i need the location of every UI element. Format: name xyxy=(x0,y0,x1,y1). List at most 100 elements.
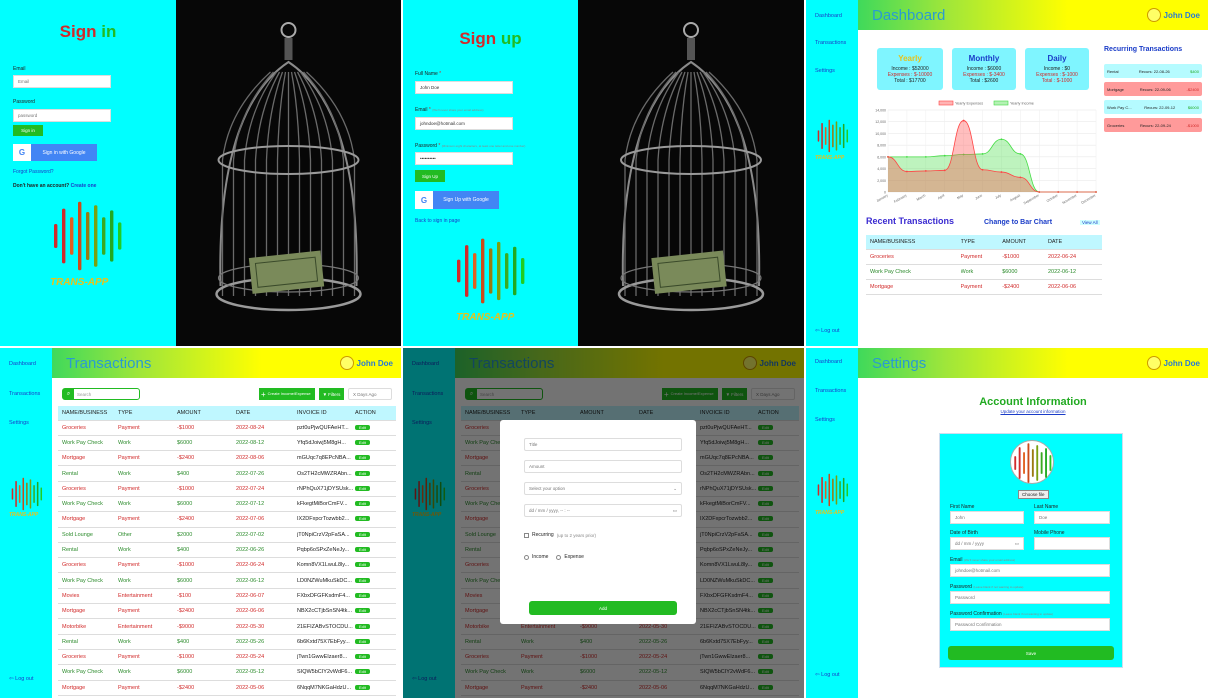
table-row[interactable]: MoviesEntertainment-$1002022-06-07FXbxDF… xyxy=(58,588,396,605)
table-row[interactable]: RentalWork$4002022-07-26Os2TH2cMWZRAbn..… xyxy=(58,465,396,482)
income-radio[interactable] xyxy=(524,554,529,560)
date-input[interactable]: dd / mm / yyyy, -- : -- ▭ xyxy=(524,504,682,517)
sidebar-item-settings[interactable]: Settings xyxy=(815,68,835,74)
edit-button[interactable]: Edit xyxy=(355,654,370,660)
sidebar-item-transactions[interactable]: Transactions xyxy=(9,391,40,397)
edit-button[interactable]: Edit xyxy=(355,424,370,430)
edit-button[interactable]: Edit xyxy=(355,485,370,491)
days-ago-input[interactable]: X Days Ago xyxy=(348,388,392,400)
edit-button[interactable]: Edit xyxy=(355,501,370,507)
signup-button[interactable]: Sign Up xyxy=(415,170,445,182)
sidebar-item-dashboard[interactable]: Dashboard xyxy=(815,13,842,19)
signup-email-input[interactable]: johndoe@hotmail.com xyxy=(415,117,513,130)
table-row[interactable]: GroceriesPayment-$10002022-08-24pzt0uPjw… xyxy=(58,420,396,436)
table-row[interactable]: Work Pay CheckWork$60002022-07-12kFkegtM… xyxy=(58,496,396,513)
title-input[interactable]: Title xyxy=(524,438,682,451)
forgot-password-link[interactable]: Forgot Password? xyxy=(13,169,54,175)
type-select[interactable]: Select your option ⌄ xyxy=(524,482,682,495)
password-input[interactable]: password xyxy=(13,109,111,122)
sidebar-item-transactions[interactable]: Transactions xyxy=(815,40,846,46)
recurring-item[interactable]: Rental Recurs: 22-08-26 $400 xyxy=(1104,64,1202,78)
choose-file-button[interactable]: Choose file xyxy=(1018,490,1049,499)
google-signin-button[interactable]: G Sign in with Google xyxy=(13,144,97,161)
filters-button[interactable]: ▼Filters xyxy=(319,388,344,400)
wave-bar xyxy=(86,212,90,260)
table-row[interactable]: Work Pay CheckWork$60002022-08-12Yfq5dJo… xyxy=(58,435,396,452)
logout-button[interactable]: ⇦ Log out xyxy=(9,676,34,682)
recurring-item[interactable]: Mortgage Recurs: 22-09-06 -$2400 xyxy=(1104,82,1202,96)
table-cell: 2022-05-24 xyxy=(236,649,297,666)
edit-button[interactable]: Edit xyxy=(355,562,370,568)
logout-button[interactable]: ⇦ Log out xyxy=(815,672,840,678)
sidebar-item-transactions[interactable]: Transactions xyxy=(815,388,846,394)
edit-button[interactable]: Edit xyxy=(355,684,370,690)
last-name-input[interactable]: Doe xyxy=(1034,511,1110,524)
edit-button[interactable]: Edit xyxy=(355,638,370,644)
signin-button[interactable]: Sign in xyxy=(13,125,43,136)
sidebar-item-settings[interactable]: Settings xyxy=(9,420,29,426)
logout-button[interactable]: ⇦ Log out xyxy=(815,328,840,334)
save-button[interactable]: Save xyxy=(948,646,1114,660)
change-chart-button[interactable]: Change to Bar Chart xyxy=(984,219,1052,226)
table-row[interactable]: Mortgage Payment -$2400 2022-06-06 xyxy=(866,279,1102,296)
recurring-item[interactable]: Groceries Recurs: 22-09-24 -$1000 xyxy=(1104,118,1202,132)
expense-radio[interactable] xyxy=(556,554,562,560)
google-signup-button[interactable]: G Sign Up with Google xyxy=(415,191,499,209)
create-account-link[interactable]: Create one xyxy=(71,183,97,189)
edit-button[interactable]: Edit xyxy=(355,623,370,629)
add-button[interactable]: Add xyxy=(529,601,677,615)
sidebar-item-dashboard[interactable]: Dashboard xyxy=(815,359,842,365)
edit-button[interactable]: Edit xyxy=(355,455,370,461)
table-row[interactable]: MortgagePayment-$24002022-06-06NBX2cCTjb… xyxy=(58,603,396,620)
amount-input[interactable]: Amount xyxy=(524,460,682,473)
recurring-checkbox[interactable]: Recurring (up to 2 years prior) xyxy=(524,532,596,538)
table-row[interactable]: Sold LoungeOther$20002022-07-02jT0NpiCrz… xyxy=(58,527,396,543)
edit-button[interactable]: Edit xyxy=(355,547,370,553)
table-row[interactable]: MotorbikeEntertainment-$90002022-05-3021… xyxy=(58,618,396,635)
dob-input[interactable]: dd / mm / yyyy ▭ xyxy=(950,537,1024,550)
user-menu[interactable]: John Doe xyxy=(1146,8,1200,22)
x-tick-label: July xyxy=(995,193,1003,200)
edit-button[interactable]: Edit xyxy=(355,531,370,537)
plus-icon: + xyxy=(261,389,266,399)
edit-button[interactable]: Edit xyxy=(355,470,370,476)
email-input[interactable]: Email xyxy=(13,75,111,88)
table-row[interactable]: GroceriesPayment-$10002022-05-24jTwn1Gww… xyxy=(58,649,396,666)
edit-button[interactable]: Edit xyxy=(355,516,370,522)
table-row[interactable]: GroceriesPayment-$10002022-06-24Komn8VX1… xyxy=(58,557,396,574)
edit-button[interactable]: Edit xyxy=(355,608,370,614)
data-point xyxy=(943,169,946,172)
table-row[interactable]: MortgagePayment-$24002022-08-06mGUqc7q8E… xyxy=(58,450,396,467)
fullname-input[interactable]: John Doe xyxy=(415,81,513,94)
user-menu[interactable]: John Doe xyxy=(339,356,393,370)
recurring-item[interactable]: Work Pay C... Recurs: 22-09-12 $6000 xyxy=(1104,100,1202,114)
signup-password-input[interactable]: •••••••••• xyxy=(415,152,513,165)
table-row[interactable]: MortgagePayment-$24002022-07-06IX2DFxpcr… xyxy=(58,511,396,528)
edit-button[interactable]: Edit xyxy=(355,577,370,583)
table-row[interactable]: MortgagePayment-$24002022-05-066NqqM7NKG… xyxy=(58,680,396,696)
settings-email-input[interactable]: johndoe@hotmail.com xyxy=(950,564,1110,577)
edit-button[interactable]: Edit xyxy=(355,439,370,445)
search-input[interactable]: ⌕ Search xyxy=(62,388,140,400)
table-row[interactable]: RentalWork$4002022-05-266b6Kxtd75X7EbFyy… xyxy=(58,634,396,650)
sidebar-item-dashboard[interactable]: Dashboard xyxy=(9,361,36,367)
sidebar-item-settings[interactable]: Settings xyxy=(815,417,835,423)
table-row[interactable]: Work Pay Check Work $6000 2022-06-12 xyxy=(866,264,1102,281)
view-all-link[interactable]: View All xyxy=(1080,220,1100,225)
edit-button[interactable]: Edit xyxy=(355,669,370,675)
table-row[interactable]: Work Pay CheckWork$60002022-06-12LD0NZWu… xyxy=(58,572,396,589)
settings-password-input[interactable]: Password xyxy=(950,591,1110,604)
edit-button[interactable]: Edit xyxy=(355,592,370,598)
phone-input[interactable] xyxy=(1034,537,1110,550)
table-row[interactable]: Groceries Payment -$1000 2022-06-24 xyxy=(866,249,1102,265)
user-menu[interactable]: John Doe xyxy=(1146,356,1200,370)
table-row[interactable]: Work Pay CheckWork$60002022-05-12SIQW5bC… xyxy=(58,664,396,681)
table-row[interactable]: RentalWork$4002022-06-26Pqbp6oSPxZeNeJy.… xyxy=(58,542,396,559)
table-cell: -$1000 xyxy=(177,649,236,666)
back-to-signin-link[interactable]: Back to sign in page xyxy=(415,218,460,224)
checkbox-icon xyxy=(524,532,529,538)
settings-confirm-input[interactable]: Password Confirmation xyxy=(950,618,1110,631)
create-button[interactable]: + Create Income/Expense xyxy=(259,388,315,400)
table-row[interactable]: GroceriesPayment-$10002022-07-24rNPhQuX7… xyxy=(58,481,396,497)
first-name-input[interactable]: John xyxy=(950,511,1024,524)
